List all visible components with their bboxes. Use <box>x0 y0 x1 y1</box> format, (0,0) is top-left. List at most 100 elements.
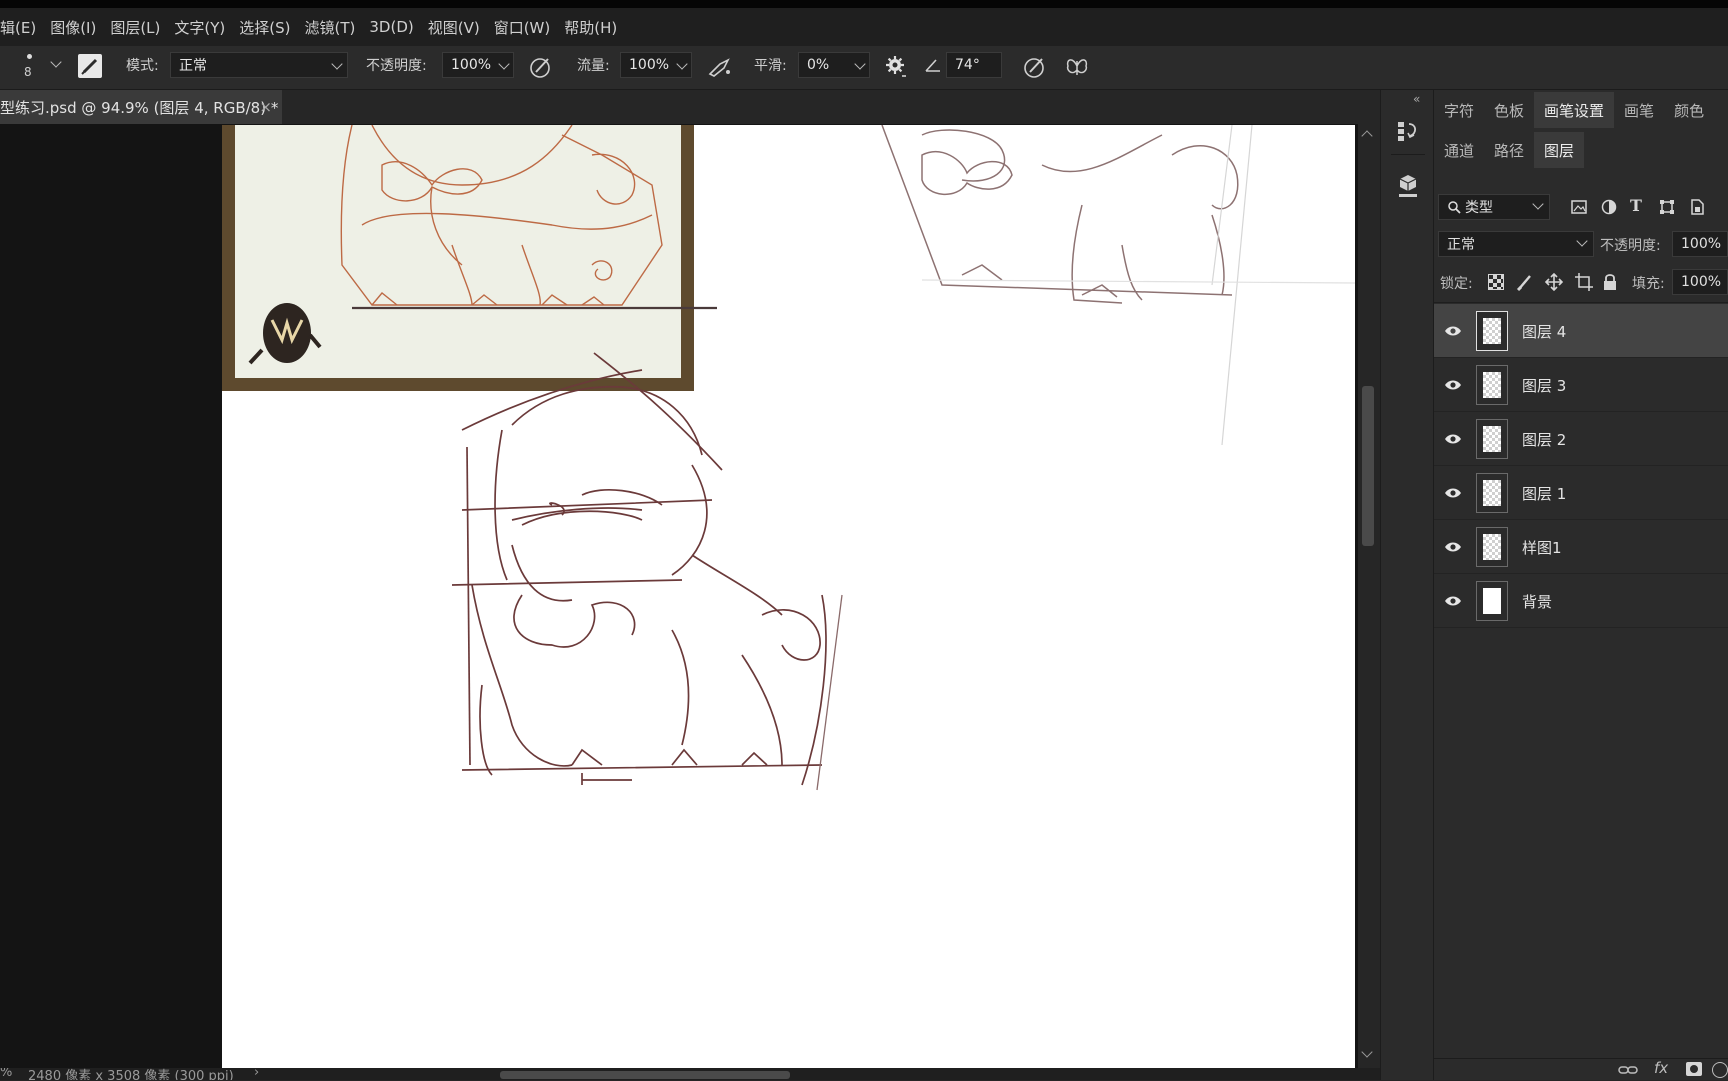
menu-bar: 辑(E) 图像(I) 图层(L) 文字(Y) 选择(S) 滤镜(T) 3D(D)… <box>0 0 1728 46</box>
layer-thumbnail <box>1476 581 1508 621</box>
visibility-eye-icon[interactable] <box>1444 377 1462 393</box>
filter-shape-layers-icon[interactable] <box>1658 198 1676 216</box>
vertical-scrollbar[interactable] <box>1358 124 1378 1068</box>
brush-preset-picker[interactable]: 8 <box>14 50 62 86</box>
visibility-eye-icon[interactable] <box>1444 323 1462 339</box>
visibility-eye-icon[interactable] <box>1444 593 1462 609</box>
brush-size-label: 8 <box>24 65 32 79</box>
filter-type-layers-icon[interactable]: T <box>1630 196 1648 216</box>
tab-brushes[interactable]: 画笔 <box>1614 92 1664 128</box>
airbrush-icon[interactable] <box>706 54 734 80</box>
lock-all-icon[interactable] <box>1602 272 1618 292</box>
flow-value: 100% <box>629 57 670 73</box>
brush-panel-toggle-icon[interactable] <box>78 54 102 78</box>
layer-row[interactable]: 图层 4 <box>1434 304 1728 358</box>
layer-row[interactable]: 样图1 <box>1434 520 1728 574</box>
opacity-value: 100% <box>451 57 492 73</box>
opacity-label: 不透明度: <box>366 58 427 74</box>
layer-thumbnail <box>1476 527 1508 567</box>
menu-edit[interactable]: 辑(E) <box>0 17 43 38</box>
visibility-eye-icon[interactable] <box>1444 431 1462 447</box>
smoothing-settings-gear-icon[interactable] <box>884 54 908 80</box>
adjustment-layer-icon[interactable] <box>1712 1062 1728 1078</box>
menu-select[interactable]: 选择(S) <box>232 17 297 38</box>
layer-style-fx-icon[interactable]: fx <box>1654 1059 1668 1077</box>
tab-layers[interactable]: 图层 <box>1534 132 1585 168</box>
lock-position-move-icon[interactable] <box>1544 272 1564 292</box>
brush-angle-input[interactable]: 74° <box>946 52 1002 78</box>
collapse-panels-icon[interactable]: « <box>1413 92 1420 106</box>
layer-opacity-label: 不透明度: <box>1600 238 1661 254</box>
tab-paths[interactable]: 路径 <box>1484 132 1534 168</box>
tab-color[interactable]: 颜色 <box>1664 92 1714 128</box>
symmetry-butterfly-icon[interactable] <box>1064 54 1090 80</box>
history-panel-icon[interactable] <box>1395 118 1421 146</box>
layer-thumbnail <box>1476 473 1508 513</box>
layer-filter-select[interactable]: 类型 <box>1438 194 1550 220</box>
document-canvas[interactable] <box>222 125 1355 1068</box>
menu-3d[interactable]: 3D(D) <box>362 18 420 36</box>
layer-opacity-input[interactable]: 100% <box>1672 231 1728 257</box>
mode-label: 模式: <box>126 58 159 74</box>
vertical-scrollbar-thumb[interactable] <box>1362 386 1374 546</box>
3d-panel-icon[interactable] <box>1395 172 1421 200</box>
tab-brush-settings[interactable]: 画笔设置 <box>1534 92 1615 128</box>
filter-smart-object-icon[interactable] <box>1688 198 1706 216</box>
document-tab-title: 型练习.psd @ 94.9% (图层 4, RGB/8) * <box>0 98 279 117</box>
layers-panel-footer: fx <box>1434 1058 1728 1080</box>
menu-help[interactable]: 帮助(H) <box>557 17 624 38</box>
menu-window[interactable]: 窗口(W) <box>487 17 558 38</box>
visibility-eye-icon[interactable] <box>1444 485 1462 501</box>
lock-image-pixels-brush-icon[interactable] <box>1516 272 1534 292</box>
blend-mode-select[interactable]: 正常 <box>1438 231 1594 257</box>
menu-image[interactable]: 图像(I) <box>43 17 103 38</box>
layer-row[interactable]: 背景 <box>1434 574 1728 628</box>
menu-layer[interactable]: 图层(L) <box>103 17 167 38</box>
layer-name: 图层 2 <box>1522 431 1567 449</box>
document-size-info: 2480 像素 x 3508 像素 (300 ppi) <box>28 1069 234 1080</box>
flow-label: 流量: <box>577 58 610 74</box>
add-layer-mask-icon[interactable] <box>1686 1062 1702 1076</box>
brush-tip-icon <box>27 54 32 59</box>
status-expand-icon[interactable]: › <box>254 1068 259 1080</box>
tab-character[interactable]: 字符 <box>1434 92 1484 128</box>
visibility-eye-icon[interactable] <box>1444 539 1462 555</box>
menu-filter[interactable]: 滤镜(T) <box>298 17 363 38</box>
top-panel-tabs: 字符 色板 画笔设置 画笔 颜色 <box>1434 92 1728 128</box>
tab-channels[interactable]: 通道 <box>1434 132 1484 168</box>
pressure-size-icon[interactable] <box>1022 54 1048 80</box>
layer-row[interactable]: 图层 2 <box>1434 412 1728 466</box>
filter-pixel-layers-icon[interactable] <box>1570 198 1588 216</box>
menu-view[interactable]: 视图(V) <box>421 17 487 38</box>
layers-panel: 字符 色板 画笔设置 画笔 颜色 通道 路径 图层 类型 T 正常 不透明度: … <box>1434 90 1728 1080</box>
layer-name: 图层 1 <box>1522 485 1567 503</box>
second-panel-tabs: 通道 路径 图层 <box>1434 132 1728 168</box>
link-layers-icon[interactable] <box>1618 1063 1638 1077</box>
document-tab[interactable]: 型练习.psd @ 94.9% (图层 4, RGB/8) * × <box>0 90 282 124</box>
fill-input[interactable]: 100% <box>1672 269 1728 295</box>
layer-row[interactable]: 图层 3 <box>1434 358 1728 412</box>
filter-adjustment-layers-icon[interactable] <box>1600 198 1618 216</box>
scroll-down-icon[interactable] <box>1361 1046 1373 1058</box>
mode-select[interactable]: 正常 <box>170 52 348 78</box>
tab-swatches[interactable]: 色板 <box>1484 92 1534 128</box>
scroll-up-icon[interactable] <box>1361 130 1373 142</box>
lock-transparent-pixels-icon[interactable] <box>1488 274 1504 290</box>
canvas-drawing <box>222 125 1355 791</box>
search-icon <box>1448 201 1461 214</box>
layer-opacity-value: 100% <box>1681 236 1722 252</box>
divider <box>1434 302 1728 303</box>
fill-value: 100% <box>1681 274 1722 290</box>
layer-row[interactable]: 图层 1 <box>1434 466 1728 520</box>
brush-angle-value: 74° <box>955 57 980 73</box>
pressure-opacity-icon[interactable] <box>528 54 554 80</box>
close-tab-icon[interactable]: × <box>259 98 272 116</box>
lock-label: 锁定: <box>1440 276 1473 292</box>
zoom-level[interactable]: % <box>0 1068 12 1080</box>
layer-thumbnail <box>1476 311 1508 351</box>
horizontal-scrollbar-thumb[interactable] <box>500 1071 790 1079</box>
blend-mode-value: 正常 <box>1447 237 1475 253</box>
menu-type[interactable]: 文字(Y) <box>167 17 232 38</box>
fill-label: 填充: <box>1632 276 1665 292</box>
lock-artboard-icon[interactable] <box>1574 272 1594 292</box>
